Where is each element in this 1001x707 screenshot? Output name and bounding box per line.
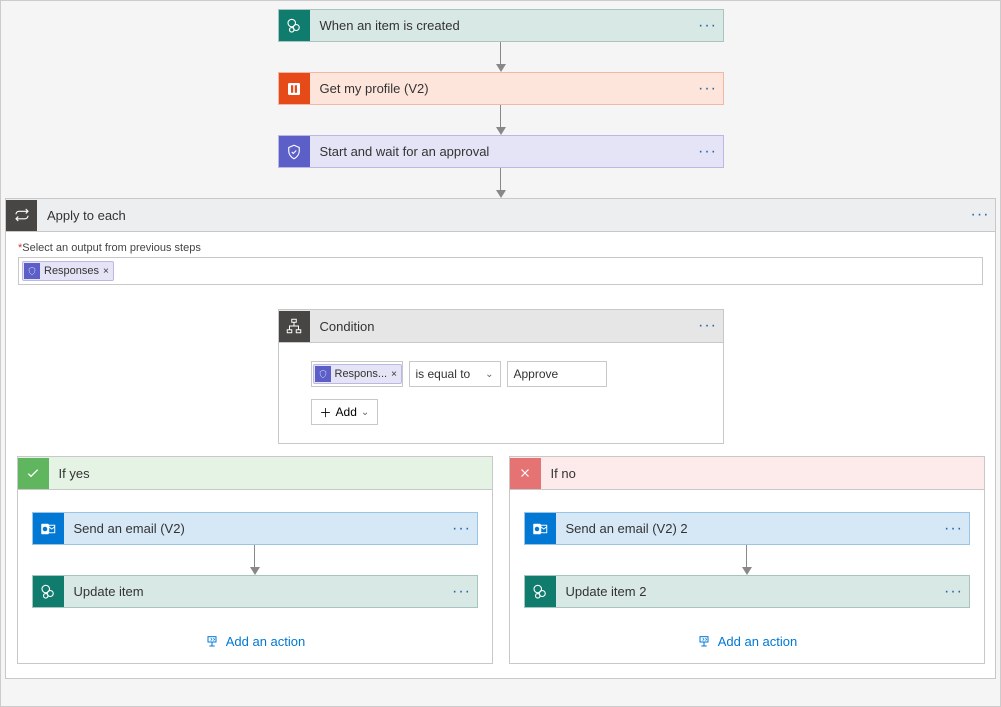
update-item-2-menu[interactable]: ··· bbox=[939, 583, 969, 601]
profile-menu[interactable]: ··· bbox=[693, 80, 723, 98]
add-action-icon bbox=[204, 635, 220, 649]
trigger-menu[interactable]: ··· bbox=[693, 17, 723, 35]
apply-to-each-container: Apply to each ··· *Select an output from… bbox=[5, 198, 996, 679]
loop-icon bbox=[6, 200, 37, 231]
sharepoint-icon bbox=[279, 10, 310, 41]
arrow-icon bbox=[496, 168, 506, 198]
sharepoint-icon bbox=[33, 576, 64, 607]
profile-step[interactable]: Get my profile (V2) ··· bbox=[278, 72, 724, 105]
arrow-icon bbox=[250, 545, 260, 575]
update-item-menu[interactable]: ··· bbox=[447, 583, 477, 601]
update-item-2-step[interactable]: Update item 2 ··· bbox=[524, 575, 970, 608]
response-token[interactable]: Respons... × bbox=[313, 364, 402, 384]
approval-icon bbox=[24, 263, 40, 279]
send-email-label: Send an email (V2) bbox=[64, 521, 447, 536]
if-yes-branch: If yes Send an email (V2) ··· bbox=[17, 456, 493, 664]
if-no-title: If no bbox=[541, 466, 984, 481]
send-email-step[interactable]: Send an email (V2) ··· bbox=[32, 512, 478, 545]
update-item-step[interactable]: Update item ··· bbox=[32, 575, 478, 608]
x-icon bbox=[510, 458, 541, 489]
outlook-icon bbox=[33, 513, 64, 544]
flow-canvas: When an item is created ··· Get my profi… bbox=[1, 1, 1000, 689]
office-icon bbox=[279, 73, 310, 104]
condition-card: Condition ··· Respons... × is bbox=[278, 309, 724, 444]
send-email-2-step[interactable]: Send an email (V2) 2 ··· bbox=[524, 512, 970, 545]
trigger-label: When an item is created bbox=[310, 18, 693, 33]
apply-menu[interactable]: ··· bbox=[965, 206, 995, 224]
add-action-button[interactable]: Add an action bbox=[696, 634, 798, 649]
arrow-icon bbox=[742, 545, 752, 575]
update-item-label: Update item bbox=[64, 584, 447, 599]
apply-title: Apply to each bbox=[37, 208, 965, 223]
approval-menu[interactable]: ··· bbox=[693, 143, 723, 161]
if-yes-header[interactable]: If yes bbox=[18, 457, 492, 490]
output-token-input[interactable]: Responses × bbox=[18, 257, 983, 285]
output-field-label: *Select an output from previous steps bbox=[18, 242, 983, 254]
approval-label: Start and wait for an approval bbox=[310, 144, 693, 159]
remove-token-icon[interactable]: × bbox=[103, 266, 109, 277]
plus-icon: ＋ bbox=[320, 404, 332, 421]
update-item-2-label: Update item 2 bbox=[556, 584, 939, 599]
approval-icon bbox=[279, 136, 310, 167]
send-email-2-menu[interactable]: ··· bbox=[939, 520, 969, 538]
sharepoint-icon bbox=[525, 576, 556, 607]
arrow-icon bbox=[496, 42, 506, 72]
add-action-icon bbox=[696, 635, 712, 649]
check-icon bbox=[18, 458, 49, 489]
condition-operator-select[interactable]: is equal to ⌄ bbox=[409, 361, 501, 387]
condition-icon bbox=[279, 311, 310, 342]
condition-title: Condition bbox=[310, 319, 693, 334]
approval-icon bbox=[315, 366, 331, 382]
if-yes-title: If yes bbox=[49, 466, 492, 481]
condition-header[interactable]: Condition ··· bbox=[279, 310, 723, 343]
approval-step[interactable]: Start and wait for an approval ··· bbox=[278, 135, 724, 168]
send-email-menu[interactable]: ··· bbox=[447, 520, 477, 538]
profile-label: Get my profile (V2) bbox=[310, 81, 693, 96]
add-action-button[interactable]: Add an action bbox=[204, 634, 306, 649]
if-no-branch: If no Send an email (V2) 2 ··· bbox=[509, 456, 985, 664]
condition-right-input[interactable]: Approve bbox=[507, 361, 607, 387]
responses-token[interactable]: Responses × bbox=[22, 261, 114, 281]
remove-token-icon[interactable]: × bbox=[391, 369, 397, 380]
condition-left-input[interactable]: Respons... × bbox=[311, 361, 403, 387]
trigger-step[interactable]: When an item is created ··· bbox=[278, 9, 724, 42]
add-condition-button[interactable]: ＋ Add ⌄ bbox=[311, 399, 379, 425]
arrow-icon bbox=[496, 105, 506, 135]
apply-to-each-header[interactable]: Apply to each ··· bbox=[6, 199, 995, 232]
send-email-2-label: Send an email (V2) 2 bbox=[556, 521, 939, 536]
condition-branches: If yes Send an email (V2) ··· bbox=[18, 456, 983, 664]
if-no-header[interactable]: If no bbox=[510, 457, 984, 490]
outlook-icon bbox=[525, 513, 556, 544]
condition-menu[interactable]: ··· bbox=[693, 317, 723, 335]
chevron-down-icon: ⌄ bbox=[361, 407, 369, 418]
chevron-down-icon: ⌄ bbox=[485, 369, 493, 380]
